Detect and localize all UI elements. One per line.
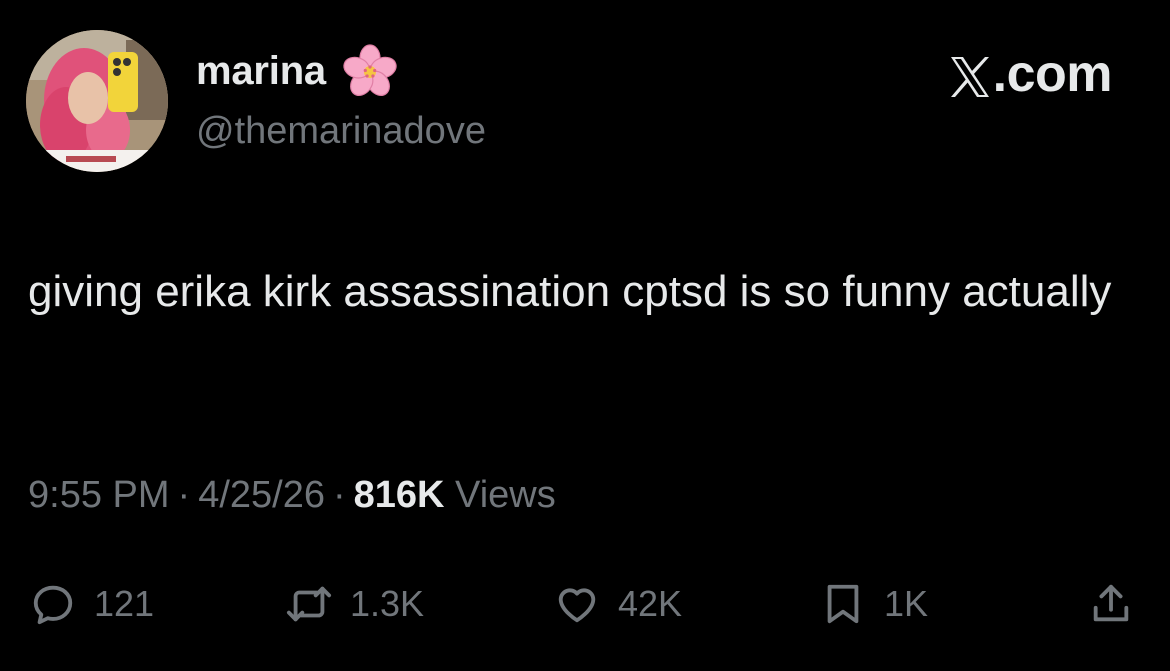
repost-button[interactable]: 1.3K (286, 574, 424, 634)
reply-button[interactable]: 121 (30, 574, 154, 634)
share-icon (1088, 581, 1134, 627)
tweet-time[interactable]: 9:55 PM (28, 474, 170, 516)
heart-icon (554, 581, 600, 627)
repost-count: 1.3K (350, 583, 425, 624)
cherry-blossom-icon (340, 41, 400, 101)
bookmark-count: 1K (884, 583, 929, 624)
author-name-row[interactable]: marina (196, 40, 400, 102)
views-count[interactable]: 816K (354, 474, 445, 516)
reply-icon (30, 581, 76, 627)
user-handle[interactable]: @themarinadove (196, 110, 486, 153)
brand-logo: .com (949, 44, 1113, 104)
avatar[interactable] (26, 30, 168, 172)
tweet-card: marina @themarinadove .com giving erika … (0, 0, 1170, 671)
bookmark-button[interactable]: 1K (820, 574, 928, 634)
share-button[interactable] (1088, 574, 1134, 634)
action-bar: 121 1.3K 42K 1K (0, 574, 1170, 634)
tweet-meta: 9:55 PM · 4/25/26 · 816K Views (28, 474, 556, 517)
tweet-date[interactable]: 4/25/26 (198, 474, 325, 516)
like-button[interactable]: 42K (554, 574, 682, 634)
meta-separator: · (332, 474, 346, 516)
bookmark-icon (820, 581, 866, 627)
views-label: Views (455, 474, 556, 516)
x-logo-icon (949, 52, 991, 97)
meta-separator: · (177, 474, 191, 516)
tweet-text: giving erika kirk assassination cptsd is… (28, 267, 1112, 316)
brand-domain: .com (992, 45, 1113, 103)
reply-count: 121 (94, 583, 155, 624)
avatar-photo (26, 30, 168, 172)
repost-icon (286, 581, 332, 627)
display-name[interactable]: marina (196, 49, 326, 94)
like-count: 42K (618, 583, 683, 624)
